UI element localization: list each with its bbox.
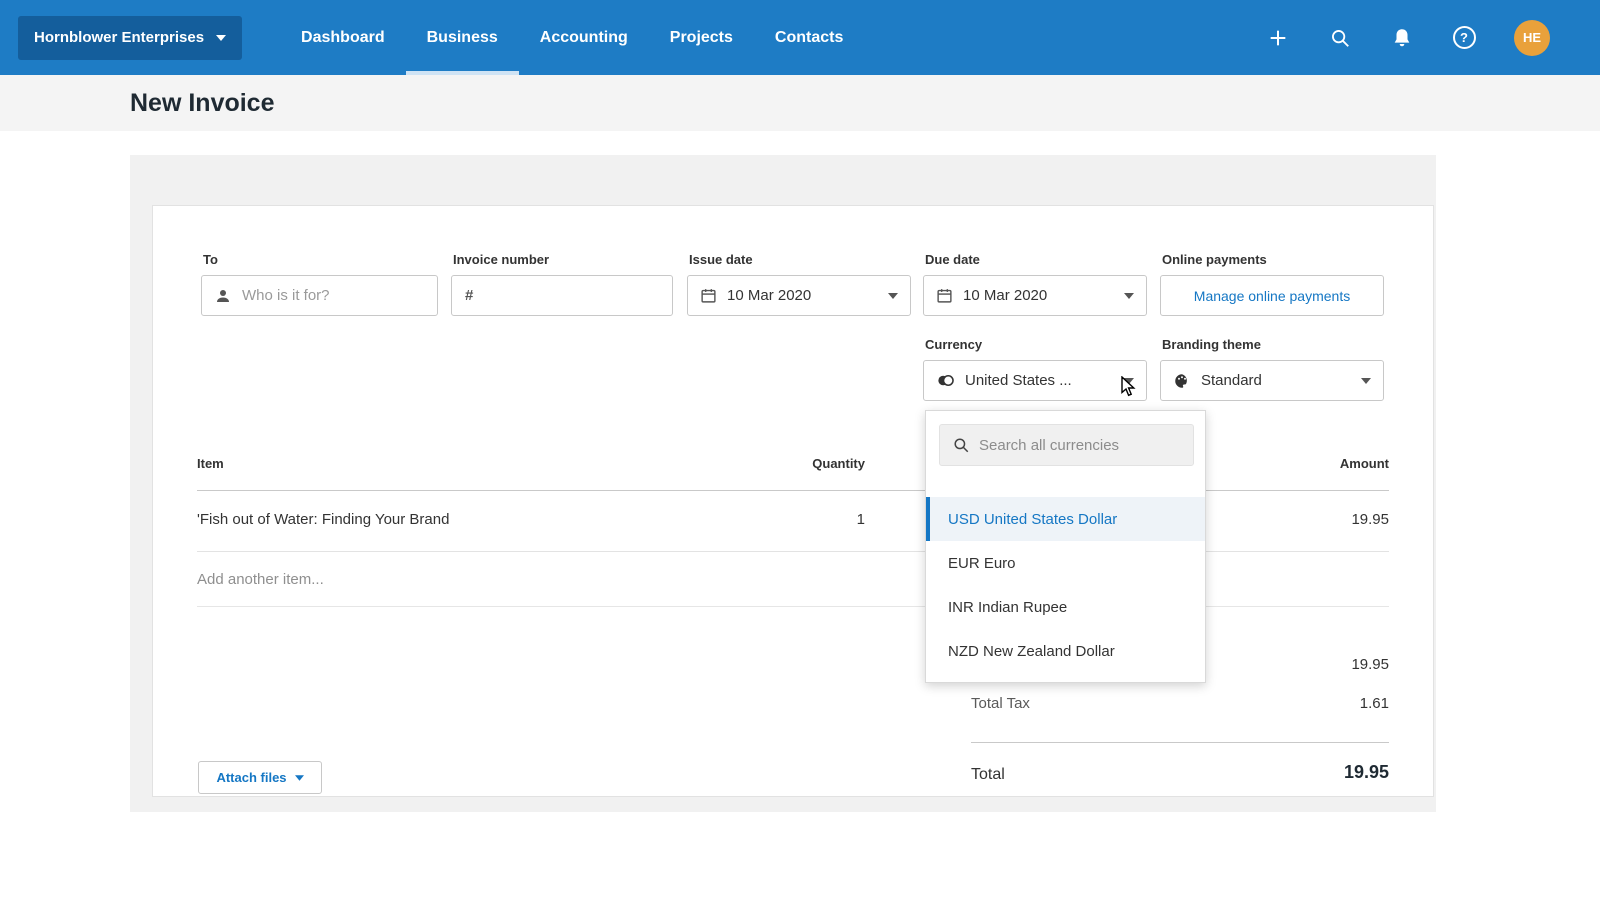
add-item-label: Add another item... [197, 571, 324, 588]
invoice-number-field: # [451, 275, 673, 316]
calendar-icon [936, 287, 953, 304]
totals-divider [971, 742, 1389, 743]
total-tax-amount: 1.61 [1189, 695, 1389, 712]
person-icon [214, 287, 232, 305]
total-amount: 19.95 [1189, 762, 1389, 783]
attach-files-label: Attach files [216, 770, 286, 785]
main-nav: Dashboard Business Accounting Projects C… [280, 0, 864, 75]
manage-online-payments-button[interactable]: Manage online payments [1160, 275, 1384, 316]
due-date-picker[interactable]: 10 Mar 2020 [923, 275, 1147, 316]
branding-theme-select[interactable]: Standard [1160, 360, 1384, 401]
currency-options-list: USD United States Dollar EUR Euro INR In… [926, 497, 1205, 673]
hash-icon: # [465, 287, 473, 304]
total-label: Total [971, 766, 1005, 784]
chevron-down-icon [1124, 378, 1134, 384]
total-tax-label: Total Tax [971, 695, 1030, 712]
help-icon[interactable]: ? [1452, 26, 1476, 50]
invoice-card: To Invoice number # Issue date 10 Mar 20… [152, 205, 1434, 797]
item-quantity-cell: 1 [753, 511, 865, 528]
column-header-quantity: Quantity [753, 456, 865, 471]
currency-option-nzd[interactable]: NZD New Zealand Dollar [926, 629, 1205, 673]
currency-value: United States ... [965, 372, 1072, 389]
currency-option-eur[interactable]: EUR Euro [926, 541, 1205, 585]
currency-select[interactable]: United States ... [923, 360, 1147, 401]
nav-item-projects[interactable]: Projects [649, 0, 754, 75]
calendar-icon [700, 287, 717, 304]
currency-option-usd[interactable]: USD United States Dollar [926, 497, 1205, 541]
page-header: New Invoice [0, 75, 1600, 131]
org-selector[interactable]: Hornblower Enterprises [18, 16, 242, 60]
table-row[interactable]: 'Fish out of Water: Finding Your Brand 1… [197, 491, 1389, 552]
org-name: Hornblower Enterprises [34, 29, 204, 46]
invoice-card-background: To Invoice number # Issue date 10 Mar 20… [130, 155, 1436, 812]
online-payments-label: Online payments [1162, 252, 1267, 267]
currency-dropdown-panel: USD United States Dollar EUR Euro INR In… [925, 410, 1206, 683]
invoice-number-label: Invoice number [453, 252, 549, 267]
column-header-amount: Amount [1189, 456, 1389, 471]
chevron-down-icon [1361, 378, 1371, 384]
help-glyph: ? [1453, 26, 1476, 49]
nav-item-dashboard[interactable]: Dashboard [280, 0, 406, 75]
to-field [201, 275, 438, 316]
avatar-initials: HE [1523, 30, 1541, 45]
nav-item-accounting[interactable]: Accounting [519, 0, 649, 75]
due-date-label: Due date [925, 252, 980, 267]
issue-date-label: Issue date [689, 252, 753, 267]
currency-search-field [939, 424, 1194, 466]
to-input[interactable] [242, 287, 429, 304]
item-name-cell: 'Fish out of Water: Finding Your Brand [197, 511, 449, 528]
add-item-row[interactable]: Add another item... [197, 552, 1389, 607]
currency-label: Currency [925, 337, 982, 352]
issue-date-value: 10 Mar 2020 [727, 287, 811, 304]
nav-item-contacts[interactable]: Contacts [754, 0, 864, 75]
invoice-number-input[interactable] [483, 287, 664, 304]
search-icon [952, 436, 970, 454]
palette-icon [1173, 372, 1191, 390]
to-label: To [203, 252, 218, 267]
issue-date-picker[interactable]: 10 Mar 2020 [687, 275, 911, 316]
bell-icon[interactable] [1390, 26, 1414, 50]
nav-utilities: ? HE [1266, 20, 1550, 56]
subtotal-amount: 19.95 [1189, 656, 1389, 673]
coins-icon [936, 371, 955, 390]
chevron-down-icon [295, 775, 304, 781]
top-nav: Hornblower Enterprises Dashboard Busines… [0, 0, 1600, 75]
avatar[interactable]: HE [1514, 20, 1550, 56]
page-title: New Invoice [130, 89, 275, 118]
chevron-down-icon [216, 35, 226, 41]
chevron-down-icon [888, 293, 898, 299]
column-header-item: Item [197, 456, 224, 471]
due-date-value: 10 Mar 2020 [963, 287, 1047, 304]
currency-option-inr[interactable]: INR Indian Rupee [926, 585, 1205, 629]
chevron-down-icon [1124, 293, 1134, 299]
currency-search-input[interactable] [979, 437, 1185, 454]
branding-theme-label: Branding theme [1162, 337, 1261, 352]
item-amount-cell: 19.95 [1189, 511, 1389, 528]
branding-theme-value: Standard [1201, 372, 1262, 389]
plus-icon[interactable] [1266, 26, 1290, 50]
attach-files-button[interactable]: Attach files [198, 761, 322, 794]
search-icon[interactable] [1328, 26, 1352, 50]
nav-item-business[interactable]: Business [406, 0, 519, 75]
